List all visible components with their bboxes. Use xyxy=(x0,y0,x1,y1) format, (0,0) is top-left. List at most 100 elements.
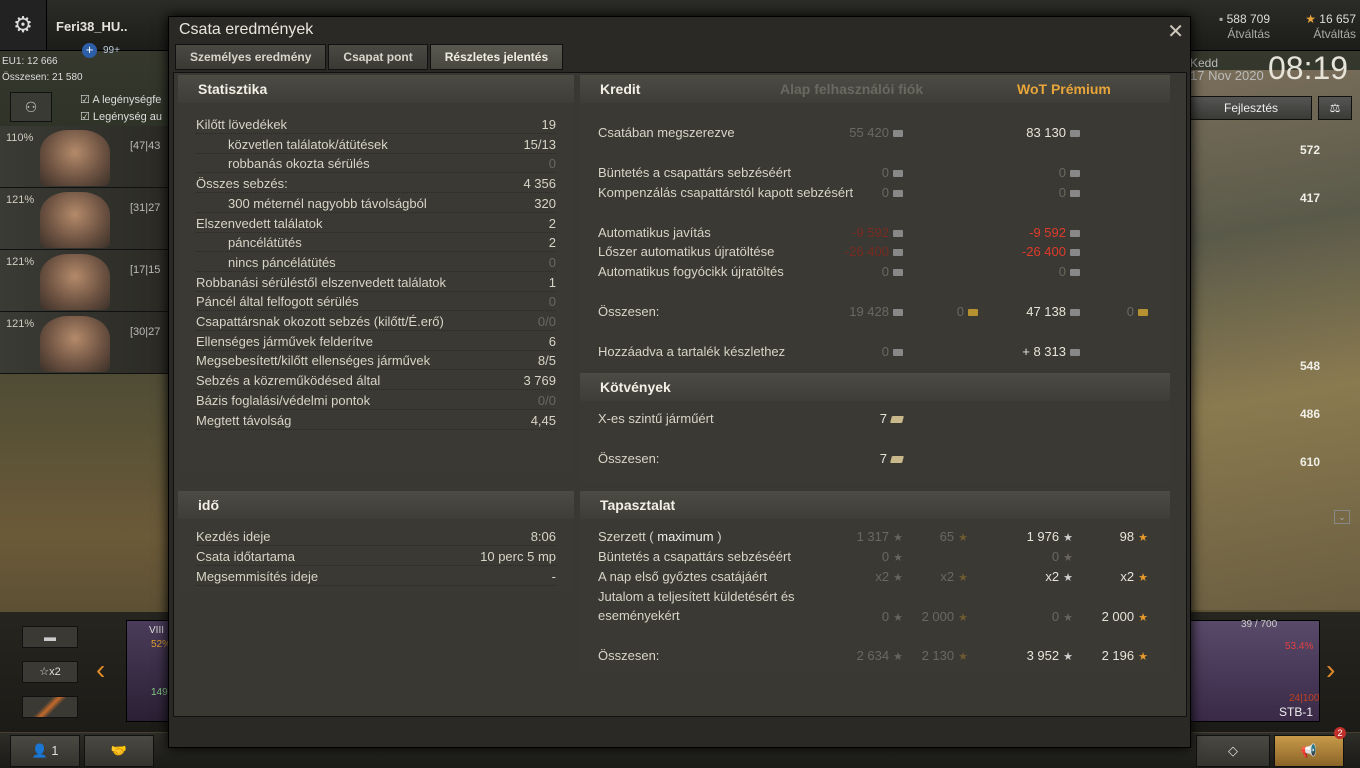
settings-gear-icon[interactable]: ⚙ xyxy=(0,0,47,50)
exp-label: Összesen: xyxy=(598,648,660,663)
gold-exchange-link[interactable]: Átváltás xyxy=(1284,27,1356,41)
tab-detailed-report[interactable]: Részletes jelentés xyxy=(429,44,564,70)
stat-value: 4,45 xyxy=(530,412,556,428)
credit-premium-amount: + 8 313 xyxy=(1022,344,1066,359)
credit-icon xyxy=(893,190,903,198)
exp-premium-value: 0 ★ xyxy=(993,607,1073,628)
add-friend-plus-icon[interactable]: + xyxy=(82,43,97,58)
compare-icon[interactable]: ⚖ xyxy=(1318,96,1352,120)
carousel-left-arrow-icon[interactable]: ‹ xyxy=(96,654,105,686)
clan-icon[interactable]: ◇ xyxy=(1196,735,1270,767)
exp-star-icon: ★ xyxy=(1063,532,1073,544)
time-header: idő xyxy=(178,491,574,519)
exp-basic-free: 2 000 ★ xyxy=(918,607,968,628)
crew-group-icon[interactable]: ⚇ xyxy=(10,92,52,122)
stat-value: 8/5 xyxy=(537,353,556,369)
dialog-title: Csata eredmények xyxy=(179,21,314,38)
time-label: Megsemmisítés ideje xyxy=(196,569,319,584)
tab-personal[interactable]: Személyes eredmény xyxy=(175,44,327,70)
tab-team-score[interactable]: Csapat pont xyxy=(328,44,428,70)
exp-maximum-link[interactable]: maximum xyxy=(657,529,713,544)
research-button[interactable]: Fejlesztés xyxy=(1190,96,1312,120)
exp-earned-text: Szerzett ( xyxy=(598,529,658,544)
exp-premium-free: 2 196 ★ xyxy=(1098,646,1148,667)
exp-basic-free-amount: 2 130 xyxy=(921,648,955,663)
tank-filter-icon[interactable]: ▬ xyxy=(22,626,78,648)
stat-row: Robbanási sérüléstől elszenvedett talála… xyxy=(196,273,556,292)
bond-amount: 7 xyxy=(879,411,887,426)
crew-option-2[interactable]: ☑ Legénység au xyxy=(80,110,162,123)
credits-exchange-link[interactable]: Átváltás xyxy=(1200,27,1270,41)
exp-basic-free: 65 ★ xyxy=(918,527,968,548)
handshake-icon[interactable]: 🤝 xyxy=(84,735,154,767)
exp-premium-value: 1 976 ★ xyxy=(993,527,1073,548)
clock-time: 08:19 xyxy=(1268,50,1349,86)
credit-premium-value: 83 130 xyxy=(1000,123,1080,142)
exp-star-icon: ★ xyxy=(893,532,903,544)
bond-row: Összesen: 7 xyxy=(598,449,1158,468)
filter-toggle-icon[interactable] xyxy=(22,696,78,718)
credit-premium-amount: 83 130 xyxy=(1026,125,1066,140)
credit-premium-value: 0 xyxy=(1000,183,1080,202)
credit-row: Automatikus javítás -9 592 -9 592 xyxy=(598,223,1158,242)
credit-label: Összesen: xyxy=(598,304,660,319)
x2-filter-icon[interactable]: ☆x2 xyxy=(22,661,78,683)
credits-display[interactable]: ▪ 588 709 Átváltás xyxy=(1200,12,1270,41)
credit-label: Lőszer automatikus újratöltése xyxy=(598,244,775,259)
tank-card-stb1[interactable]: 39 / 700 53.4% 24|100 STB-1 xyxy=(1190,619,1320,722)
platoon-button[interactable]: 👤 1 xyxy=(10,735,80,767)
notifications-icon[interactable]: 📢 xyxy=(1274,735,1344,767)
scroll-down-icon[interactable]: ⌄ xyxy=(1334,510,1350,524)
time-row: Kezdés ideje 8:06 xyxy=(196,527,556,546)
tank-value: 149 xyxy=(151,687,168,698)
credit-row: Büntetés a csapattárs sebzéséért 0 0 xyxy=(598,163,1158,182)
stat-row: közvetlen találatok/átütések 15/13 xyxy=(196,135,556,154)
free-exp-star-icon: ★ xyxy=(958,612,968,624)
credit-panel: Kredit Alap felhasználói fiók WoT Prémiu… xyxy=(580,75,1170,369)
exp-label: Szerzett ( maximum ) xyxy=(598,527,722,546)
credit-icon xyxy=(1070,130,1080,138)
crew-member[interactable]: 121% [17|15 xyxy=(0,250,168,312)
exp-basic-value: 2 634 ★ xyxy=(833,646,903,667)
garage-background-right xyxy=(1185,70,1360,610)
experience-header: Tapasztalat xyxy=(580,491,1170,519)
crew-member[interactable]: 121% [30|27 xyxy=(0,312,168,374)
credit-basic-amount: 0 xyxy=(881,165,889,180)
exp-basic-value: 0 ★ xyxy=(833,607,903,628)
stat-label: közvetlen találatok/átütések xyxy=(228,136,388,152)
credit-title: Kredit xyxy=(600,81,641,97)
free-exp-star-icon: ★ xyxy=(1138,612,1148,624)
carousel-right-arrow-icon[interactable]: › xyxy=(1326,654,1335,686)
credit-label: Automatikus fogyócikk újratöltés xyxy=(598,264,784,279)
exp-premium-free: 2 000 ★ xyxy=(1098,607,1148,628)
crew-member[interactable]: 121% [31|27 xyxy=(0,188,168,250)
crew-option-1-label: A legénységfe xyxy=(92,94,162,106)
credit-label: Kompenzálás csapattárstól kapott sebzésé… xyxy=(598,185,854,200)
gold-display[interactable]: ★ 16 657 Átváltás xyxy=(1284,12,1356,41)
tank-pct: 53.4% xyxy=(1285,641,1314,652)
credit-basic-amount: 55 420 xyxy=(849,125,889,140)
exp-premium-free-amount: 2 000 xyxy=(1101,609,1135,624)
exp-star-icon: ★ xyxy=(1063,651,1073,663)
time-label: Csata időtartama xyxy=(196,549,295,564)
crew-option-1[interactable]: ☑ A legénységfe xyxy=(80,93,161,106)
credit-label: Automatikus javítás xyxy=(598,225,711,240)
time-row: Csata időtartama 10 perc 5 mp xyxy=(196,547,556,566)
crew-member[interactable]: 110% [47|43 xyxy=(0,126,168,188)
tank-card-left[interactable]: VIII 52% 149 xyxy=(126,620,172,722)
credit-premium-amount: 0 xyxy=(1058,165,1066,180)
clock-date: 17 Nov 2020 xyxy=(1190,68,1264,83)
crew-skill-pct: 121% xyxy=(6,256,35,268)
bond-icon xyxy=(890,456,904,464)
credit-premium-amount: 0 xyxy=(1058,264,1066,279)
credit-basic-amount: 0 xyxy=(881,185,889,200)
player-name[interactable]: Feri38_HU.. xyxy=(56,19,128,34)
tank-stats: 24|100 xyxy=(1289,693,1320,704)
crew-skill-pct: 121% xyxy=(6,194,35,206)
credit-basic-amount: 0 xyxy=(881,264,889,279)
stat-value: 6 xyxy=(548,333,556,349)
credit-premium-value: -26 400 xyxy=(1000,242,1080,261)
close-icon[interactable]: ✕ xyxy=(1167,19,1184,44)
bonds-panel: Kötvények X-es szintű járműért 7 Összesen:… xyxy=(580,373,1170,483)
exp-star-icon: ★ xyxy=(1063,612,1073,624)
